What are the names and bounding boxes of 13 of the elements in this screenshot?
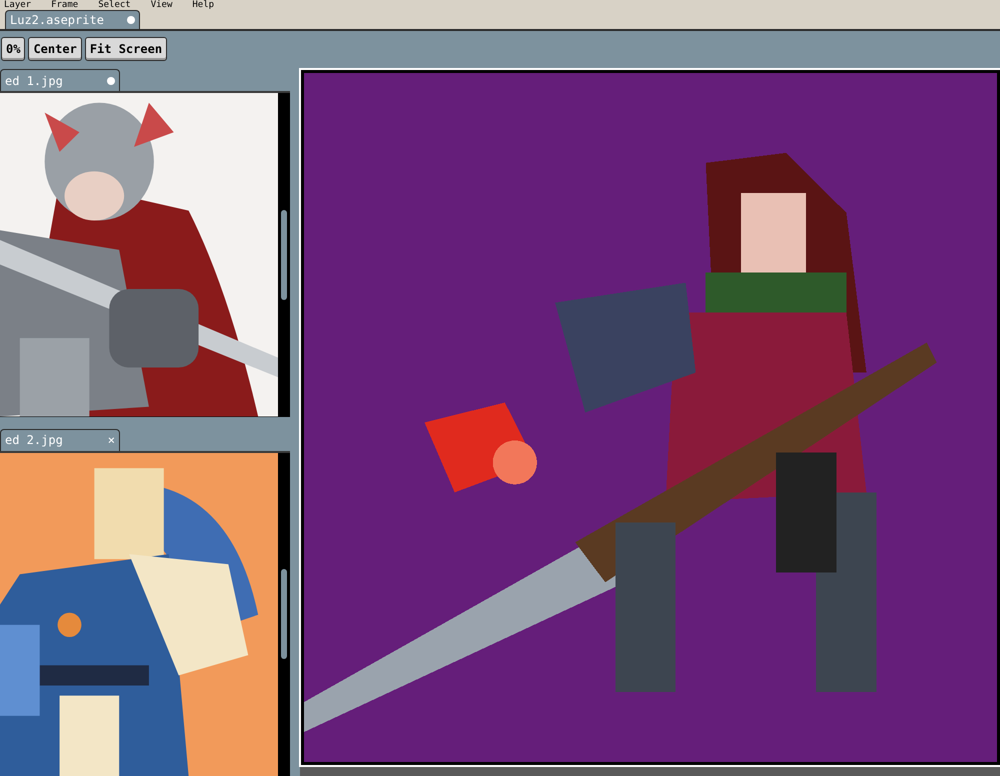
tab-label: ed 1.jpg <box>5 72 63 90</box>
toolbar-button[interactable]: 0% <box>1 37 26 61</box>
toolbar-button[interactable]: Center <box>28 37 82 61</box>
menu-item[interactable]: View <box>150 0 172 11</box>
menu-item[interactable]: Frame <box>51 0 78 11</box>
menu-item[interactable]: Select <box>98 0 131 11</box>
tab-label: ed 2.jpg <box>5 432 63 449</box>
scrollbar-thumb[interactable] <box>281 210 287 300</box>
toolbar-button[interactable]: Fit Screen <box>84 37 168 61</box>
scrollbar-thumb[interactable] <box>281 569 287 660</box>
menu-item[interactable]: Layer <box>4 0 32 11</box>
tab-label: Luz2.aseprite <box>10 12 104 29</box>
menu-item[interactable]: Help <box>192 0 214 11</box>
